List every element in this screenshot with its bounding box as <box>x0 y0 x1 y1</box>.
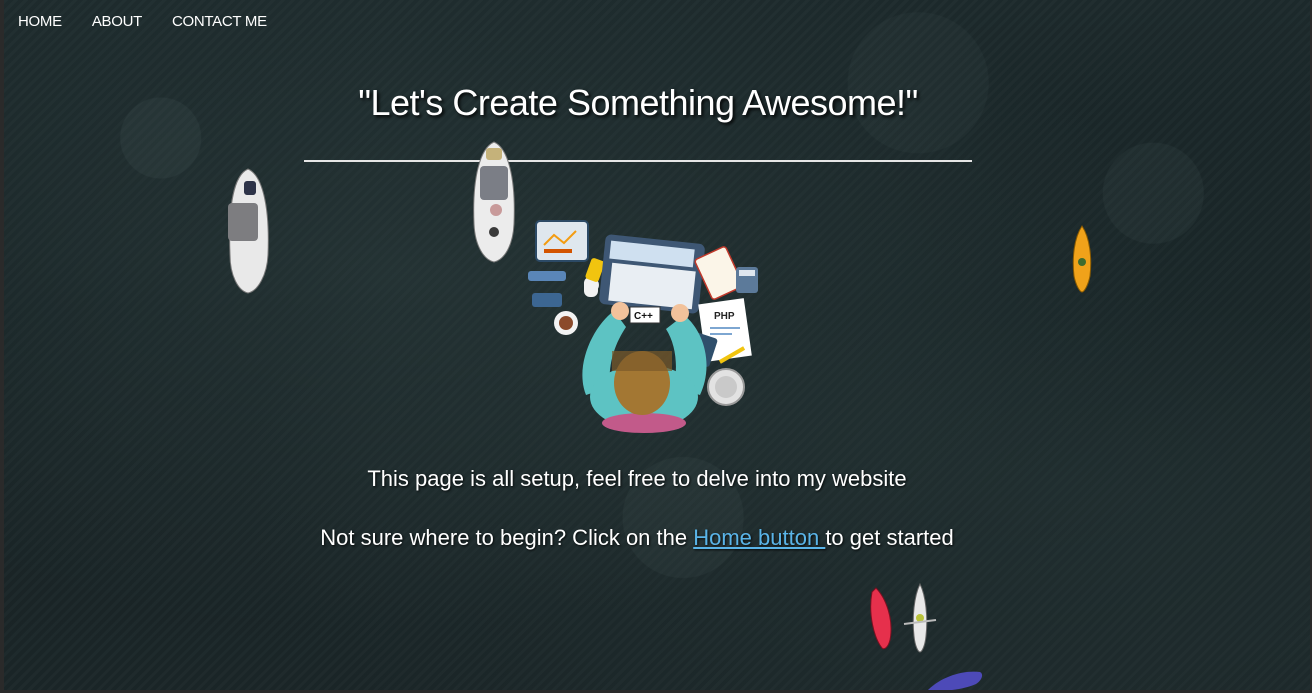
kayaks-bottom-image <box>870 582 937 653</box>
nav-about-link[interactable]: ABOUT <box>92 13 142 30</box>
boat-left-image <box>228 168 269 294</box>
kayak-right-image <box>1072 225 1092 293</box>
cta-text: Not sure where to begin? Click on the Ho… <box>4 525 1270 551</box>
cta-suffix: to get started <box>825 525 954 550</box>
cta-prefix: Not sure where to begin? Click on the <box>320 525 694 550</box>
developer-workspace-illustration: PHP C++ <box>528 220 758 433</box>
hero-title: "Let's Create Something Awesome!" <box>358 82 918 123</box>
kayak-bottom-edge-image <box>928 671 983 690</box>
nav-contact-link[interactable]: CONTACT ME <box>172 13 267 30</box>
top-nav: HOME ABOUT CONTACT ME <box>18 13 267 30</box>
php-paper-label: PHP <box>714 311 735 322</box>
page-background: HOME ABOUT CONTACT ME "Let's Create Some… <box>4 0 1310 690</box>
title-divider <box>304 160 972 162</box>
home-button-link[interactable]: Home button <box>693 525 825 550</box>
nav-home-link[interactable]: HOME <box>18 13 62 30</box>
cpp-keyboard-label: C++ <box>634 311 653 322</box>
intro-text: This page is all setup, feel free to del… <box>367 466 907 491</box>
